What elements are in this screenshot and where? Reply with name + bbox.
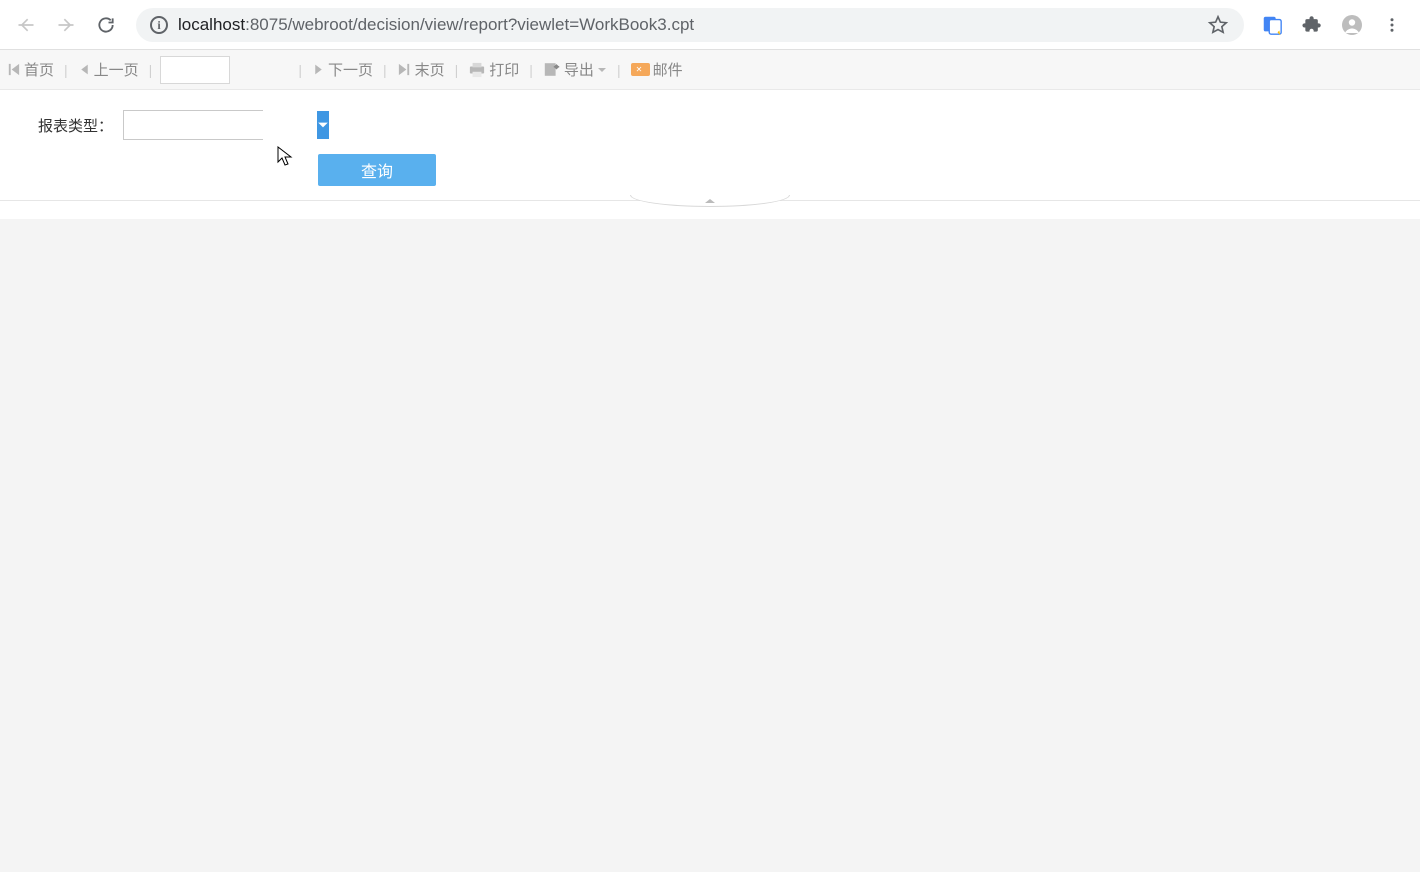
toolbar-separator: | xyxy=(521,62,541,78)
chevron-up-icon xyxy=(704,197,716,205)
url-path: :8075/webroot/decision/view/report?viewl… xyxy=(245,15,694,34)
last-page-button[interactable]: 末页 xyxy=(395,57,447,82)
url-text: localhost:8075/webroot/decision/view/rep… xyxy=(178,15,1196,35)
chevron-down-icon xyxy=(597,65,607,75)
report-type-input[interactable] xyxy=(124,111,317,139)
toolbar-separator: | xyxy=(447,62,467,78)
url-host: localhost xyxy=(178,15,245,34)
export-icon xyxy=(543,61,561,78)
report-type-label: 报表类型： xyxy=(0,115,123,136)
prev-page-icon xyxy=(78,63,91,76)
report-content-area xyxy=(0,219,1420,872)
email-label: 邮件 xyxy=(653,59,683,80)
toolbar-separator: | xyxy=(375,62,395,78)
prev-page-button[interactable]: 上一页 xyxy=(76,57,141,82)
toolbar-separator: | xyxy=(609,62,629,78)
reload-icon xyxy=(96,15,116,35)
first-page-icon xyxy=(6,62,21,77)
query-button[interactable]: 查询 xyxy=(318,154,436,186)
export-label: 导出 xyxy=(564,59,594,80)
print-icon xyxy=(468,62,486,78)
toolbar-separator: | xyxy=(290,62,310,78)
next-page-icon xyxy=(312,63,325,76)
toolbar-separator: | xyxy=(141,62,161,78)
report-type-dropdown-button[interactable] xyxy=(317,111,329,139)
parameter-panel: 报表类型： 查询 xyxy=(0,90,1420,201)
prev-page-label: 上一页 xyxy=(94,59,139,80)
arrow-right-icon xyxy=(56,15,76,35)
chrome-action-icons xyxy=(1256,13,1412,37)
print-label: 打印 xyxy=(489,59,519,80)
bookmark-star-icon[interactable] xyxy=(1206,13,1230,37)
email-icon xyxy=(631,63,650,76)
collapse-handle[interactable] xyxy=(630,195,790,207)
report-toolbar: 首页 | 上一页 | | 下一页 | 末页 | 打印 | 导出 | 邮件 xyxy=(0,50,1420,90)
site-info-icon[interactable]: i xyxy=(150,16,168,34)
mouse-cursor-icon xyxy=(277,146,293,168)
collapse-handle-area xyxy=(0,201,1420,219)
next-page-button[interactable]: 下一页 xyxy=(310,57,375,82)
extensions-icon[interactable] xyxy=(1300,13,1324,37)
last-page-icon xyxy=(397,62,412,77)
last-page-label: 末页 xyxy=(415,59,445,80)
email-button[interactable]: 邮件 xyxy=(629,57,685,82)
first-page-button[interactable]: 首页 xyxy=(4,57,56,82)
export-button[interactable]: 导出 xyxy=(541,57,609,82)
chrome-menu-icon[interactable] xyxy=(1380,13,1404,37)
first-page-label: 首页 xyxy=(24,59,54,80)
nav-reload-button[interactable] xyxy=(88,7,124,43)
report-type-combobox[interactable] xyxy=(123,110,263,140)
url-bar[interactable]: i localhost:8075/webroot/decision/view/r… xyxy=(136,8,1244,42)
chevron-down-icon xyxy=(317,119,329,131)
print-button[interactable]: 打印 xyxy=(466,57,521,82)
query-button-label: 查询 xyxy=(361,158,393,182)
arrow-left-icon xyxy=(16,15,36,35)
toolbar-separator: | xyxy=(56,62,76,78)
nav-forward-button[interactable] xyxy=(48,7,84,43)
nav-back-button[interactable] xyxy=(8,7,44,43)
page-number-input[interactable] xyxy=(160,56,230,84)
profile-avatar-icon[interactable] xyxy=(1340,13,1364,37)
translate-extension-icon[interactable] xyxy=(1260,13,1284,37)
next-page-label: 下一页 xyxy=(328,59,373,80)
param-row: 报表类型： xyxy=(0,108,1420,142)
browser-chrome: i localhost:8075/webroot/decision/view/r… xyxy=(0,0,1420,50)
